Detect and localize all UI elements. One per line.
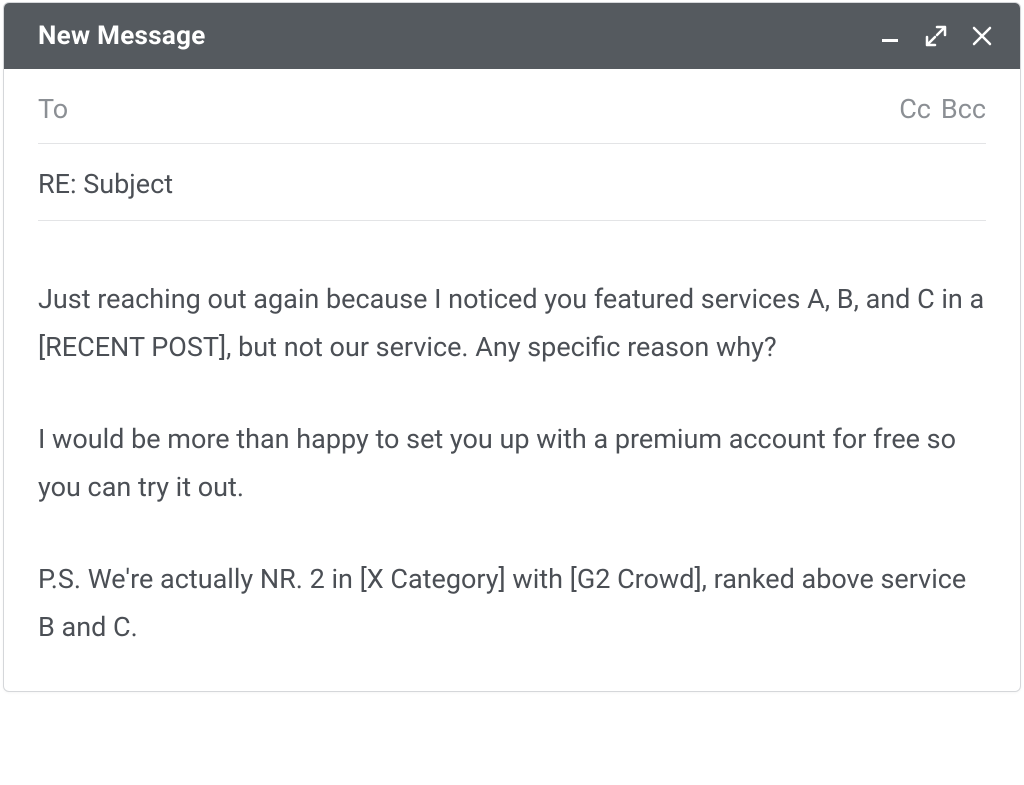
message-body[interactable]: Just reaching out again because I notice… bbox=[38, 221, 986, 651]
minimize-icon bbox=[880, 26, 900, 46]
cc-bcc-container: Cc Bcc bbox=[899, 93, 986, 125]
window-title: New Message bbox=[38, 21, 206, 51]
body-paragraph: Just reaching out again because I notice… bbox=[38, 275, 986, 371]
close-icon bbox=[971, 25, 993, 47]
to-label: To bbox=[38, 93, 68, 125]
close-button[interactable] bbox=[970, 24, 994, 48]
to-field-row[interactable]: To Cc Bcc bbox=[38, 69, 986, 144]
subject-field-row[interactable]: RE: Subject bbox=[38, 144, 986, 221]
compose-window: New Message To C bbox=[3, 2, 1021, 692]
body-paragraph: I would be more than happy to set you up… bbox=[38, 415, 986, 511]
minimize-button[interactable] bbox=[878, 24, 902, 48]
cc-button[interactable]: Cc bbox=[899, 93, 931, 125]
window-controls bbox=[878, 24, 994, 48]
expand-icon bbox=[925, 25, 947, 47]
titlebar: New Message bbox=[4, 3, 1020, 69]
body-paragraph: P.S. We're actually NR. 2 in [X Category… bbox=[38, 555, 986, 651]
compose-content: To Cc Bcc RE: Subject Just reaching out … bbox=[4, 69, 1020, 691]
bcc-button[interactable]: Bcc bbox=[941, 93, 986, 125]
expand-button[interactable] bbox=[924, 24, 948, 48]
subject-input[interactable]: RE: Subject bbox=[38, 168, 173, 200]
